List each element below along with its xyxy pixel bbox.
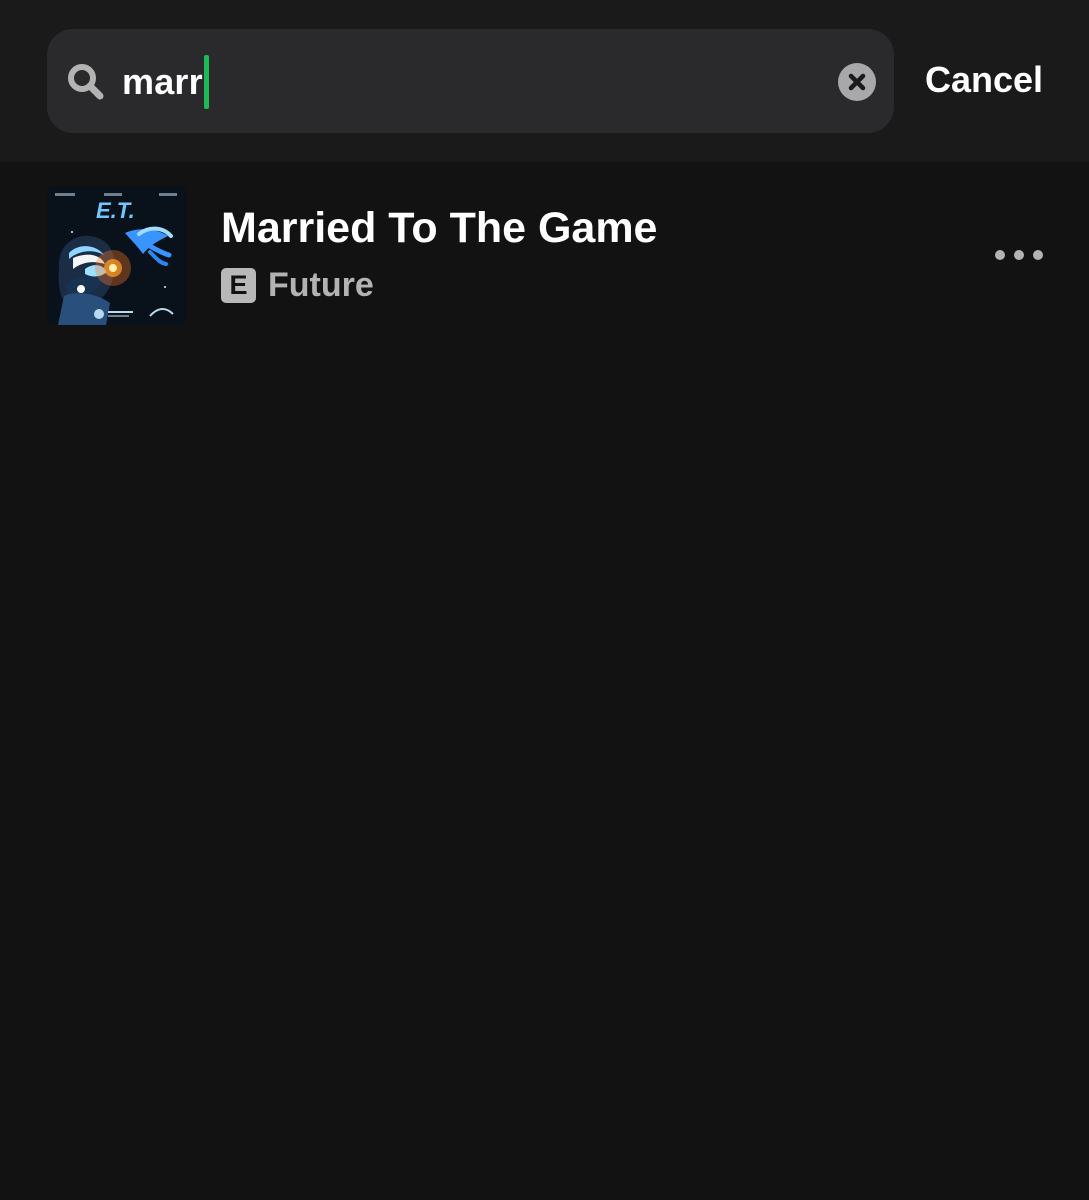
search-page: marr Cancel E.T. Married To The Game E F…	[0, 0, 1089, 1200]
text-cursor	[203, 55, 209, 109]
explicit-badge: E	[221, 268, 256, 303]
more-horizontal-icon	[995, 250, 1043, 260]
album-art-title: E.T.	[96, 198, 135, 223]
album-art-image: E.T.	[47, 186, 186, 325]
clear-search-button[interactable]	[838, 63, 876, 101]
more-options-button[interactable]	[984, 233, 1054, 277]
track-title: Married To The Game	[221, 204, 658, 252]
cancel-button[interactable]: Cancel	[918, 55, 1050, 105]
search-input[interactable]: marr	[122, 55, 209, 109]
artist-name: Future	[268, 266, 374, 304]
search-result-row[interactable]: E.T. Married To The Game E Future	[0, 170, 1089, 342]
search-header: marr Cancel	[0, 0, 1089, 162]
album-artwork: E.T.	[47, 186, 186, 325]
clear-circle-icon	[848, 73, 866, 91]
search-query: marr	[122, 61, 203, 102]
search-icon	[68, 64, 104, 100]
